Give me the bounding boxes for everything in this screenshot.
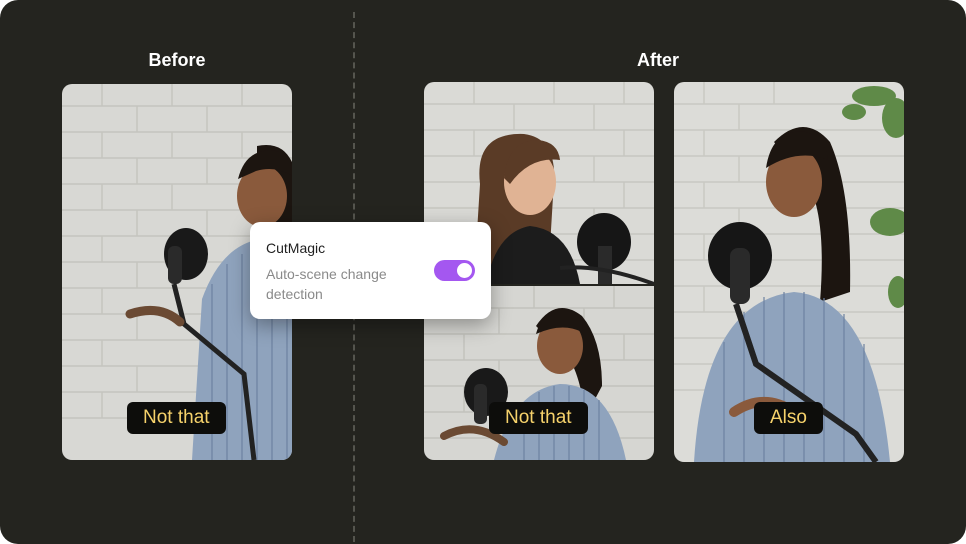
- comparison-canvas: Before After Not that Not that Also CutM…: [0, 0, 966, 544]
- auto-scene-detection-toggle[interactable]: [434, 260, 475, 281]
- after-right-video-frame: Also: [674, 82, 904, 462]
- before-heading: Before: [148, 50, 206, 70]
- after-right-caption: Also: [754, 402, 823, 434]
- after-bottom-caption: Not that: [489, 402, 588, 434]
- cutmagic-feature-card: CutMagic Auto-scene change detection: [250, 222, 491, 319]
- toggle-knob: [457, 263, 472, 278]
- after-heading: After: [636, 50, 679, 70]
- feature-description: Auto-scene change detection: [266, 266, 387, 302]
- before-caption: Not that: [127, 402, 226, 434]
- feature-title: CutMagic: [266, 240, 326, 256]
